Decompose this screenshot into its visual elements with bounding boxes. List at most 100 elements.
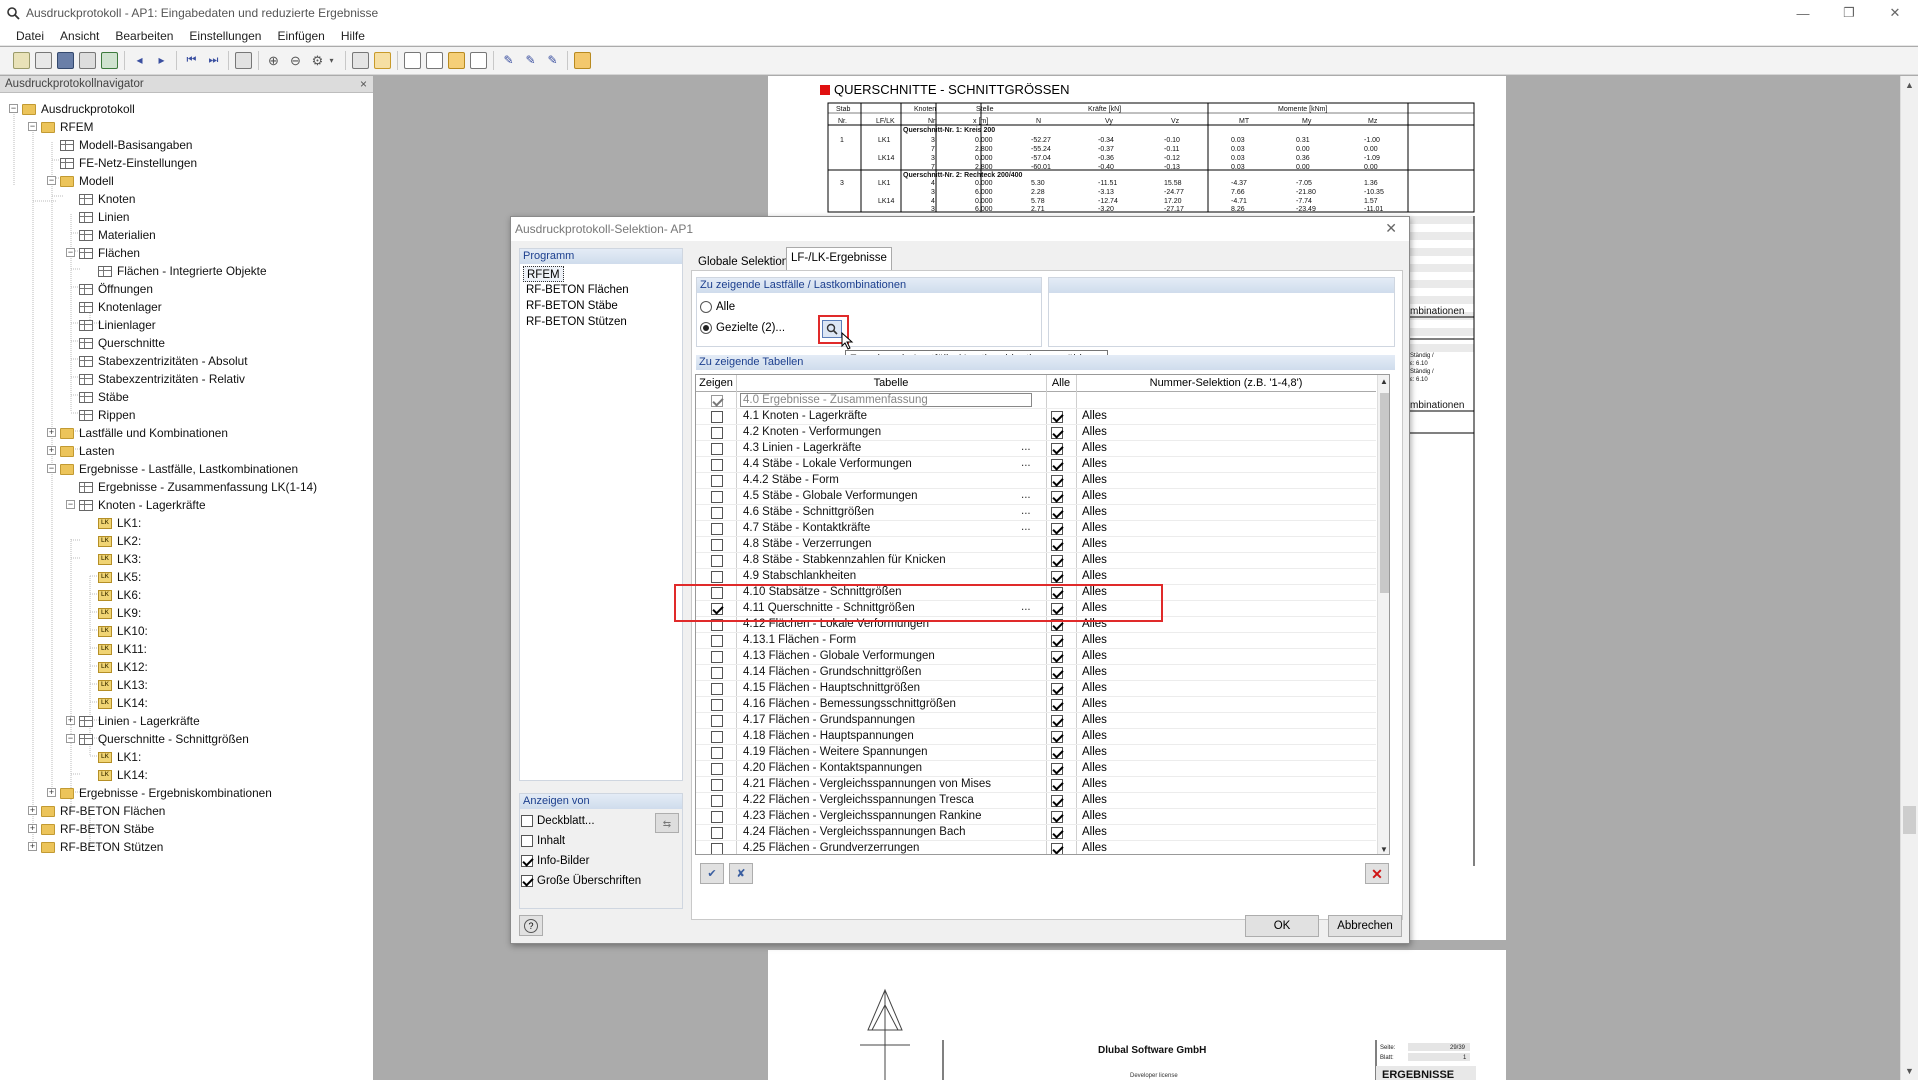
- tree-item[interactable]: Lastfälle und Kombinationen: [60, 424, 228, 442]
- close-window-button[interactable]: ✕: [1872, 0, 1918, 26]
- menu-datei[interactable]: Datei: [8, 29, 52, 43]
- delete-selection-button[interactable]: ✕: [1365, 863, 1389, 884]
- tree-item[interactable]: Rippen: [79, 406, 135, 424]
- program-rf-beton-stuetzen[interactable]: RF-BETON Stützen: [523, 314, 630, 330]
- all-checkbox[interactable]: [1051, 491, 1063, 503]
- next-page-icon[interactable]: ▸: [153, 52, 170, 69]
- all-checkbox[interactable]: [1051, 459, 1063, 471]
- table-row[interactable]: 4.9 StabschlankheitenAlles: [696, 569, 1376, 585]
- table-row[interactable]: 4.24 Flächen - Vergleichsspannungen Bach…: [696, 825, 1376, 841]
- expand-icon[interactable]: +: [47, 428, 56, 437]
- show-checkbox[interactable]: [711, 779, 723, 791]
- tree-item[interactable]: Ausdruckprotokoll: [22, 100, 135, 118]
- tree-item[interactable]: LKLK5:: [98, 568, 141, 586]
- show-checkbox[interactable]: [711, 475, 723, 487]
- refresh-icon[interactable]: [101, 52, 118, 69]
- number-selection[interactable]: Alles: [1082, 570, 1107, 582]
- minimize-button[interactable]: —: [1780, 0, 1826, 26]
- grid-scroll-up-icon[interactable]: ▲: [1380, 377, 1388, 386]
- all-checkbox[interactable]: [1051, 523, 1063, 535]
- show-checkbox[interactable]: [711, 651, 723, 663]
- tab-lf-lk-ergebnisse[interactable]: LF-/LK-Ergebnisse: [786, 247, 892, 271]
- all-checkbox[interactable]: [1051, 411, 1063, 423]
- all-checkbox[interactable]: [1051, 635, 1063, 647]
- expand-icon[interactable]: +: [47, 788, 56, 797]
- select-icon[interactable]: [352, 52, 369, 69]
- header-icon[interactable]: [448, 52, 465, 69]
- collapse-icon[interactable]: −: [47, 464, 56, 473]
- show-checkbox[interactable]: [711, 795, 723, 807]
- number-selection[interactable]: Alles: [1082, 458, 1107, 470]
- table-row[interactable]: 4.18 Flächen - HauptspannungenAlles: [696, 729, 1376, 745]
- grid-scroll-thumb[interactable]: [1380, 393, 1389, 593]
- tree-item[interactable]: Knotenlager: [79, 298, 162, 316]
- show-checkbox[interactable]: [711, 843, 723, 855]
- all-checkbox[interactable]: [1051, 795, 1063, 807]
- table-row[interactable]: 4.8 Stäbe - Stabkennzahlen für KnickenAl…: [696, 553, 1376, 569]
- table-row[interactable]: 4.13 Flächen - Globale VerformungenAlles: [696, 649, 1376, 665]
- number-selection[interactable]: Alles: [1082, 682, 1107, 694]
- radio-gezielte[interactable]: [700, 322, 712, 334]
- anzeigen-option[interactable]: Info-Bilder: [521, 855, 589, 867]
- graphic-icon[interactable]: ✎: [500, 52, 517, 69]
- all-checkbox[interactable]: [1051, 699, 1063, 711]
- all-checkbox[interactable]: [1051, 651, 1063, 663]
- anzeigen-checkbox[interactable]: [521, 835, 533, 847]
- anzeigen-option[interactable]: Inhalt: [521, 835, 565, 847]
- show-checkbox[interactable]: [711, 411, 723, 423]
- selection-dialog-icon[interactable]: [374, 52, 391, 69]
- show-checkbox[interactable]: [711, 715, 723, 727]
- collapse-icon[interactable]: −: [66, 500, 75, 509]
- menu-hilfe[interactable]: Hilfe: [333, 29, 373, 43]
- show-checkbox[interactable]: [711, 427, 723, 439]
- radio-gezielte-row[interactable]: Gezielte (2)...: [700, 322, 785, 334]
- number-selection[interactable]: Alles: [1082, 490, 1107, 502]
- tree-item[interactable]: LKLK14:: [98, 694, 148, 712]
- expand-icon[interactable]: +: [28, 842, 37, 851]
- row-details-button[interactable]: ...: [1021, 441, 1031, 453]
- tree-item[interactable]: LKLK13:: [98, 676, 148, 694]
- all-checkbox[interactable]: [1051, 683, 1063, 695]
- select-all-tables-button[interactable]: ✔: [700, 863, 724, 884]
- number-selection[interactable]: Alles: [1082, 698, 1107, 710]
- anzeigen-option[interactable]: Große Überschriften: [521, 875, 641, 887]
- tree-item[interactable]: Modell: [60, 172, 114, 190]
- print-preview-icon[interactable]: [79, 52, 96, 69]
- last-page-icon[interactable]: ⏭: [205, 52, 222, 69]
- show-checkbox[interactable]: [711, 635, 723, 647]
- show-checkbox[interactable]: [711, 747, 723, 759]
- tree-item[interactable]: Ergebnisse - Zusammenfassung LK(1-14): [79, 478, 317, 496]
- show-checkbox[interactable]: [711, 459, 723, 471]
- tree-item[interactable]: LKLK1:: [98, 514, 141, 532]
- all-checkbox[interactable]: [1051, 827, 1063, 839]
- table-row[interactable]: 4.21 Flächen - Vergleichsspannungen von …: [696, 777, 1376, 793]
- show-checkbox[interactable]: [711, 827, 723, 839]
- number-selection[interactable]: Alles: [1082, 714, 1107, 726]
- all-checkbox[interactable]: [1051, 571, 1063, 583]
- table-row[interactable]: 4.23 Flächen - Vergleichsspannungen Rank…: [696, 809, 1376, 825]
- deselect-all-tables-button[interactable]: ✘: [729, 863, 753, 884]
- table-row[interactable]: 4.5 Stäbe - Globale Verformungen...Alles: [696, 489, 1376, 505]
- help-button[interactable]: ?: [519, 915, 543, 936]
- tree-item[interactable]: LKLK14:: [98, 766, 148, 784]
- scroll-up-icon[interactable]: ▲: [1905, 80, 1914, 90]
- graphic-delete-icon[interactable]: ✎: [544, 52, 561, 69]
- all-checkbox[interactable]: [1051, 555, 1063, 567]
- dialog-close-icon[interactable]: ✕: [1385, 220, 1397, 237]
- tab-globale-selektion[interactable]: Globale Selektion: [693, 251, 793, 271]
- table-row[interactable]: 4.25 Flächen - GrundverzerrungenAlles: [696, 841, 1376, 855]
- tree-item[interactable]: LKLK9:: [98, 604, 141, 622]
- number-selection[interactable]: Alles: [1082, 730, 1107, 742]
- tree-item[interactable]: Flächen - Integrierte Objekte: [98, 262, 267, 280]
- expand-icon[interactable]: +: [28, 806, 37, 815]
- all-checkbox[interactable]: [1051, 731, 1063, 743]
- number-selection[interactable]: Alles: [1082, 426, 1107, 438]
- tree-item[interactable]: Knoten - Lagerkräfte: [79, 496, 206, 514]
- all-checkbox[interactable]: [1051, 427, 1063, 439]
- table-row[interactable]: 4.15 Flächen - HauptschnittgrößenAlles: [696, 681, 1376, 697]
- table-row[interactable]: 4.19 Flächen - Weitere SpannungenAlles: [696, 745, 1376, 761]
- number-selection[interactable]: Alles: [1082, 762, 1107, 774]
- menu-einstellungen[interactable]: Einstellungen: [181, 29, 269, 43]
- cover-sheet-icon[interactable]: [470, 52, 487, 69]
- menu-ansicht[interactable]: Ansicht: [52, 29, 107, 43]
